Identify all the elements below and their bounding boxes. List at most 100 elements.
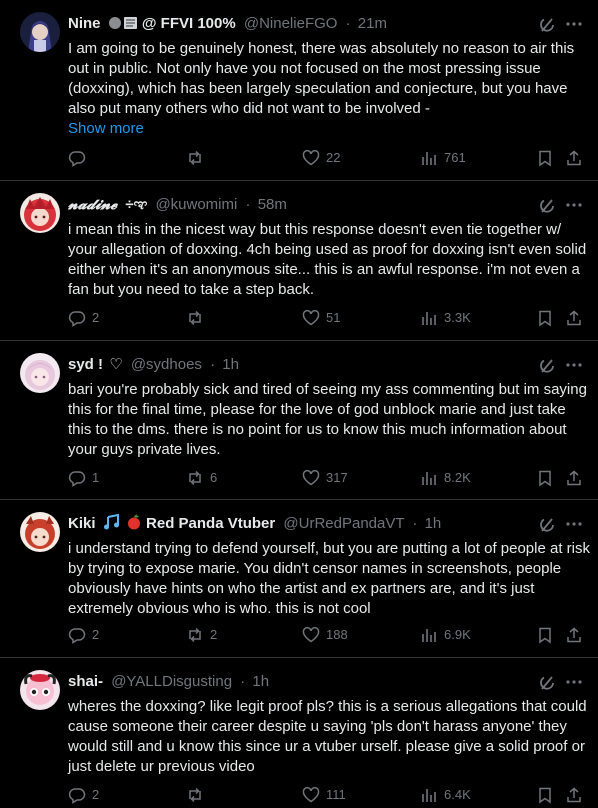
tweet[interactable]: shai- @YALLDisgusting · 1h wheres the do… <box>0 658 598 808</box>
reply-button[interactable] <box>68 148 92 168</box>
tweet-header: 𝓷𝓪𝓭𝓲𝓷𝓮 ÷ಞ @kuwomimi · 58m <box>68 195 528 215</box>
bookmark-icon <box>539 470 551 487</box>
like-count: 22 <box>326 150 341 165</box>
like-button[interactable]: 51 <box>302 308 340 328</box>
timestamp[interactable]: 58m <box>258 196 287 213</box>
repost-button[interactable]: 2 <box>186 625 217 645</box>
like-button[interactable]: 317 <box>302 468 348 488</box>
repost-button[interactable] <box>186 785 210 805</box>
grok-icon[interactable] <box>538 357 556 375</box>
views-icon <box>422 629 436 642</box>
user-handle[interactable]: @NinelieFGO <box>244 15 338 32</box>
tweet-actions: 22 761 <box>68 148 588 168</box>
user-handle[interactable]: @kuwomimi <box>155 196 237 213</box>
view-count: 6.4K <box>444 787 471 802</box>
avatar[interactable] <box>20 512 60 552</box>
share-button[interactable] <box>565 148 583 168</box>
grok-icon[interactable] <box>538 516 556 534</box>
share-button[interactable] <box>565 625 583 645</box>
bookmark-button[interactable] <box>536 625 554 645</box>
timestamp[interactable]: 1h <box>425 515 442 532</box>
views-button[interactable]: 761 <box>420 148 466 168</box>
display-name[interactable]: syd ! <box>68 356 103 373</box>
tweet[interactable]: Nine @ FFVI 100% @NinelieFGO · 21m I am … <box>0 0 598 181</box>
timestamp[interactable]: 21m <box>358 15 387 32</box>
like-button[interactable]: 188 <box>302 625 348 645</box>
apple-icon <box>126 514 142 534</box>
grok-icon[interactable] <box>538 674 556 692</box>
bookmark-button[interactable] <box>536 148 554 168</box>
tweet-text: i understand trying to defend yourself, … <box>68 540 590 617</box>
reply-count: 1 <box>92 470 100 485</box>
grok-icon[interactable] <box>538 197 556 215</box>
share-icon <box>567 470 581 486</box>
display-name-suffix: Red Panda Vtuber <box>146 515 276 532</box>
like-button[interactable]: 111 <box>302 785 346 805</box>
views-button[interactable]: 6.9K <box>420 625 471 645</box>
views-button[interactable]: 8.2K <box>420 468 471 488</box>
reply-button[interactable]: 2 <box>68 625 99 645</box>
tweet-actions: 1 6 317 8.2K <box>68 468 588 488</box>
more-options-icon[interactable] <box>564 672 584 692</box>
tweet[interactable]: syd ! ♡ @sydhoes · 1h bari you're probab… <box>0 341 598 500</box>
tweet[interactable]: Kiki Red Panda Vtuber @UrRedPandaVT · 1h… <box>0 500 598 658</box>
heart-icon <box>302 627 320 643</box>
reply-icon <box>68 788 86 804</box>
view-count: 6.9K <box>444 627 471 642</box>
more-options-icon[interactable] <box>564 355 584 375</box>
views-icon <box>422 789 436 802</box>
avatar[interactable] <box>20 670 60 710</box>
user-handle[interactable]: @YALLDisgusting <box>111 673 232 690</box>
tweet-header: Nine @ FFVI 100% @NinelieFGO · 21m <box>68 14 528 34</box>
timestamp[interactable]: 1h <box>252 673 269 690</box>
display-name[interactable]: Kiki <box>68 515 96 532</box>
avatar[interactable] <box>20 193 60 233</box>
avatar[interactable] <box>20 12 60 52</box>
bookmark-icon <box>539 150 551 167</box>
repost-icon <box>189 627 201 643</box>
bookmark-button[interactable] <box>536 785 554 805</box>
share-button[interactable] <box>565 308 583 328</box>
bookmark-icon <box>539 787 551 804</box>
tweet-header: syd ! ♡ @sydhoes · 1h <box>68 355 528 375</box>
reply-button[interactable]: 1 <box>68 468 99 488</box>
display-name[interactable]: shai- <box>68 673 103 690</box>
repost-icon <box>189 787 201 803</box>
tweet[interactable]: 𝓷𝓪𝓭𝓲𝓷𝓮 ÷ಞ @kuwomimi · 58m i mean this in… <box>0 181 598 341</box>
repost-button[interactable] <box>186 308 210 328</box>
share-button[interactable] <box>565 468 583 488</box>
heart-icon <box>302 310 320 326</box>
timestamp[interactable]: 1h <box>222 356 239 373</box>
tweet-actions: 2 2 188 6.9K <box>68 625 588 645</box>
more-options-icon[interactable] <box>564 14 584 34</box>
bookmark-button[interactable] <box>536 308 554 328</box>
display-name-suffix: @ FFVI 100% <box>141 15 236 32</box>
reply-button[interactable]: 2 <box>68 308 99 328</box>
display-name[interactable]: 𝓷𝓪𝓭𝓲𝓷𝓮 <box>68 196 117 213</box>
heart-icon <box>302 787 320 803</box>
share-button[interactable] <box>565 785 583 805</box>
reply-count: 2 <box>92 787 100 802</box>
user-handle[interactable]: @UrRedPandaVT <box>283 515 404 532</box>
reply-count: 2 <box>92 310 100 325</box>
repost-button[interactable] <box>186 148 210 168</box>
reply-count: 2 <box>92 627 100 642</box>
music-note-icon <box>103 514 121 534</box>
user-handle[interactable]: @sydhoes <box>131 356 202 373</box>
views-button[interactable]: 6.4K <box>420 785 471 805</box>
views-icon <box>422 152 436 165</box>
reply-icon <box>68 311 86 327</box>
avatar[interactable] <box>20 353 60 393</box>
reply-button[interactable]: 2 <box>68 785 99 805</box>
more-options-icon[interactable] <box>564 195 584 215</box>
views-icon <box>422 472 436 485</box>
show-more-link[interactable]: Show more <box>68 119 590 139</box>
repost-button[interactable]: 6 <box>186 468 217 488</box>
bookmark-button[interactable] <box>536 468 554 488</box>
views-button[interactable]: 3.3K <box>420 308 471 328</box>
like-button[interactable]: 22 <box>302 148 340 168</box>
grok-icon[interactable] <box>538 16 556 34</box>
display-name[interactable]: Nine <box>68 15 101 32</box>
share-icon <box>567 787 581 803</box>
more-options-icon[interactable] <box>564 514 584 534</box>
